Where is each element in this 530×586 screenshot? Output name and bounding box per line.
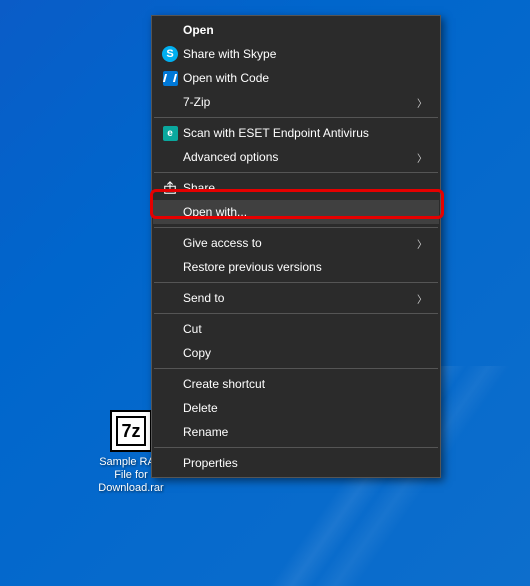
menu-label: Delete	[183, 401, 431, 415]
menu-label: Cut	[183, 322, 431, 336]
menu-advanced-options[interactable]: Advanced options 〉	[153, 145, 439, 169]
menu-cut[interactable]: Cut	[153, 317, 439, 341]
menu-label: Share	[183, 181, 431, 195]
menu-rename[interactable]: Rename	[153, 420, 439, 444]
menu-label: Advanced options	[183, 150, 417, 164]
menu-separator	[154, 172, 438, 173]
menu-label: Rename	[183, 425, 431, 439]
chevron-right-icon: 〉	[417, 95, 427, 110]
menu-delete[interactable]: Delete	[153, 396, 439, 420]
chevron-right-icon: 〉	[417, 236, 427, 251]
chevron-right-icon: 〉	[417, 150, 427, 165]
menu-restore-versions[interactable]: Restore previous versions	[153, 255, 439, 279]
menu-label: Scan with ESET Endpoint Antivirus	[183, 126, 431, 140]
menu-label: 7-Zip	[183, 95, 417, 109]
menu-open[interactable]: Open	[153, 18, 439, 42]
menu-label: Send to	[183, 291, 417, 305]
icon-text: 7z	[121, 421, 140, 442]
menu-label: Open	[183, 23, 431, 37]
menu-label: Share with Skype	[183, 47, 431, 61]
eset-icon: e	[157, 126, 183, 141]
menu-label: Restore previous versions	[183, 260, 431, 274]
context-menu: Open S Share with Skype Open with Code 7…	[151, 15, 441, 478]
menu-label: Create shortcut	[183, 377, 431, 391]
menu-give-access[interactable]: Give access to 〉	[153, 231, 439, 255]
menu-label: Give access to	[183, 236, 417, 250]
menu-label: Open with Code	[183, 71, 431, 85]
menu-properties[interactable]: Properties	[153, 451, 439, 475]
menu-share-skype[interactable]: S Share with Skype	[153, 42, 439, 66]
vscode-icon	[157, 71, 183, 86]
chevron-right-icon: 〉	[417, 291, 427, 306]
menu-eset-scan[interactable]: e Scan with ESET Endpoint Antivirus	[153, 121, 439, 145]
menu-7zip[interactable]: 7-Zip 〉	[153, 90, 439, 114]
menu-copy[interactable]: Copy	[153, 341, 439, 365]
menu-share[interactable]: Share	[153, 176, 439, 200]
menu-label: Properties	[183, 456, 431, 470]
sevenzip-file-icon: 7z	[110, 410, 152, 452]
menu-open-with[interactable]: Open with...	[153, 200, 439, 224]
menu-open-code[interactable]: Open with Code	[153, 66, 439, 90]
menu-label: Open with...	[183, 205, 431, 219]
menu-label: Copy	[183, 346, 431, 360]
menu-separator	[154, 313, 438, 314]
menu-separator	[154, 447, 438, 448]
skype-icon: S	[157, 46, 183, 62]
menu-separator	[154, 282, 438, 283]
menu-separator	[154, 117, 438, 118]
menu-send-to[interactable]: Send to 〉	[153, 286, 439, 310]
share-icon	[157, 181, 183, 195]
menu-separator	[154, 227, 438, 228]
menu-separator	[154, 368, 438, 369]
menu-create-shortcut[interactable]: Create shortcut	[153, 372, 439, 396]
